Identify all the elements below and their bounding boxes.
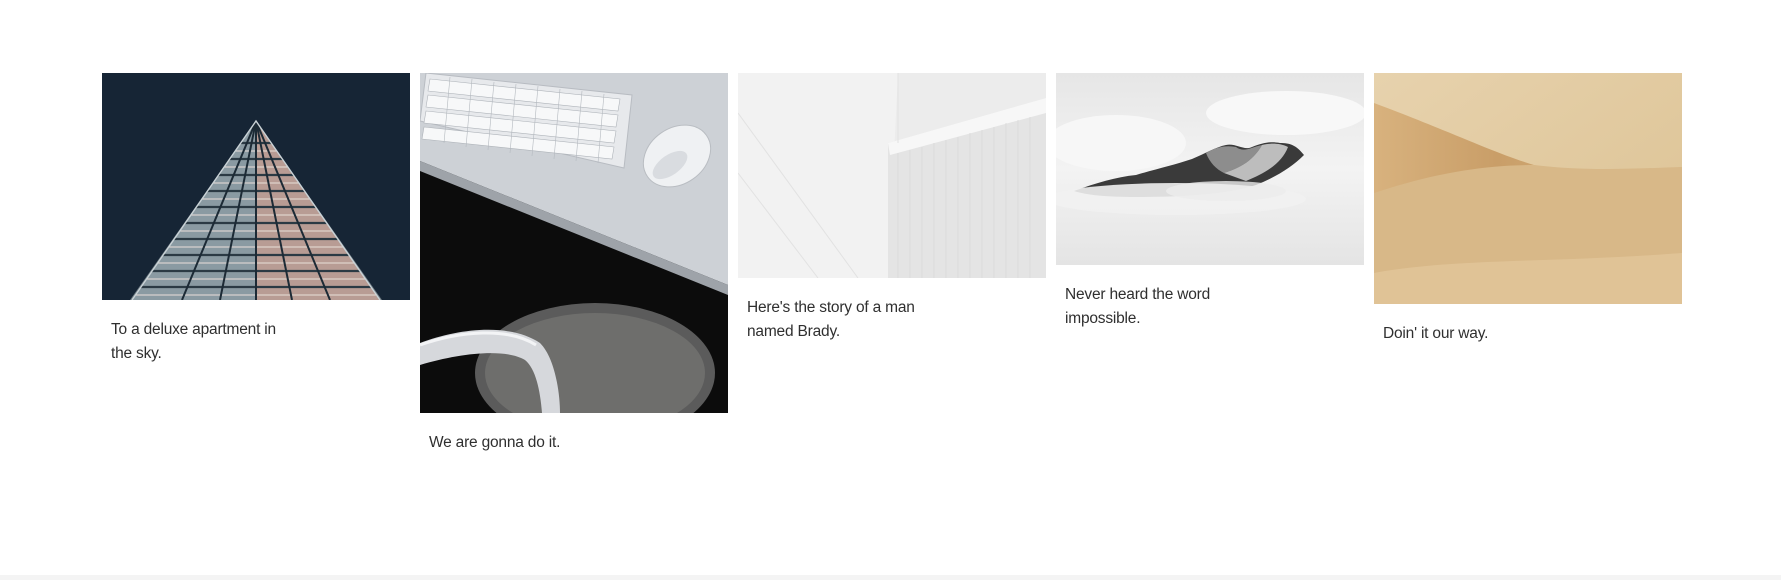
card-caption: Here's the story of a man named Brady. — [747, 299, 915, 340]
footer-divider — [0, 575, 1781, 580]
white-architecture-photo — [738, 73, 1046, 278]
card-caption: We are gonna do it. — [429, 434, 561, 451]
sand-dunes-photo — [1374, 73, 1682, 304]
card-image — [102, 73, 410, 300]
card-caption: Never heard the word impossible. — [1065, 286, 1211, 327]
card-caption: To a deluxe apartment in the sky. — [111, 321, 276, 362]
gallery-card-brady[interactable]: Here's the story of a man named Brady. — [738, 73, 1046, 344]
page: To a deluxe apartment in the sky. We are… — [0, 0, 1781, 580]
card-image — [738, 73, 1046, 278]
gallery-card-deluxe-apartment[interactable]: To a deluxe apartment in the sky. — [102, 73, 410, 366]
desk-keyboard-mouse-photo — [420, 73, 728, 413]
card-image — [420, 73, 728, 413]
triangular-building-photo — [102, 73, 410, 300]
card-image — [1374, 73, 1682, 304]
card-caption: Doin' it our way. — [1383, 325, 1489, 342]
gallery-card-our-way[interactable]: Doin' it our way. — [1374, 73, 1682, 346]
photo-gallery: To a deluxe apartment in the sky. We are… — [102, 73, 1682, 455]
card-image — [1056, 73, 1364, 265]
misty-mountain-photo — [1056, 73, 1364, 265]
gallery-card-impossible[interactable]: Never heard the word impossible. — [1056, 73, 1364, 331]
gallery-card-gonna-do-it[interactable]: We are gonna do it. — [420, 73, 728, 455]
